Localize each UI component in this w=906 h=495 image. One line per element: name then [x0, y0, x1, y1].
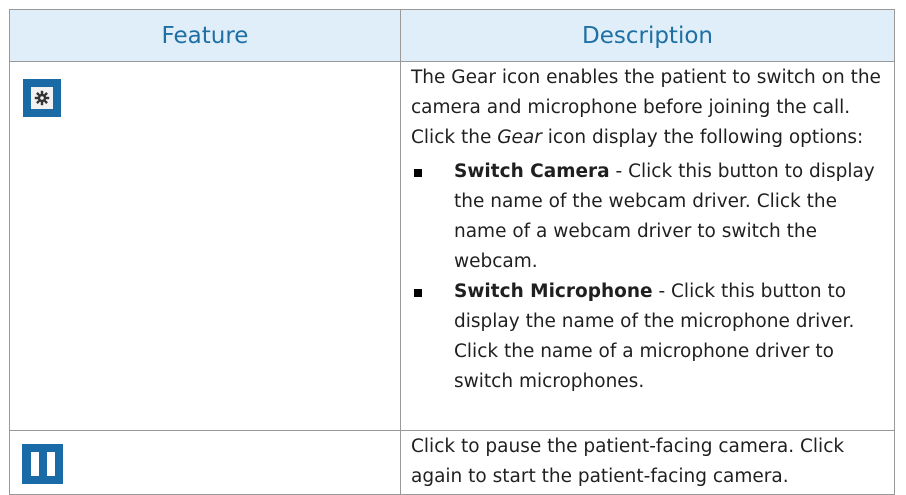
column-header-feature: Feature: [9, 9, 401, 62]
feature-table: Feature Description The Gear icon enable…: [9, 9, 895, 495]
gear-icon: [23, 79, 61, 117]
feature-cell: [9, 61, 401, 431]
description-cell: The Gear icon enables the patient to swi…: [400, 61, 895, 431]
gear-intro-text-2: icon display the following options:: [541, 127, 864, 148]
gear-description: The Gear icon enables the patient to swi…: [411, 63, 886, 153]
pause-description: Click to pause the patient-facing camera…: [411, 436, 845, 487]
column-header-description: Description: [400, 9, 895, 62]
gear-intro-emphasis: Gear: [497, 127, 542, 148]
list-item: Switch Microphone - Click this button to…: [411, 277, 886, 397]
list-item-term: Switch Camera: [454, 161, 610, 182]
feature-cell: [9, 430, 401, 495]
table-row: The Gear icon enables the patient to swi…: [9, 61, 895, 431]
table-header-row: Feature Description: [9, 9, 895, 62]
description-cell: Click to pause the patient-facing camera…: [400, 430, 895, 495]
pause-icon: [22, 444, 63, 484]
bullet-icon: [414, 169, 422, 177]
list-item-term: Switch Microphone: [454, 281, 653, 302]
list-item: Switch Camera - Click this button to dis…: [411, 157, 886, 277]
table-row: Click to pause the patient-facing camera…: [9, 430, 895, 495]
bullet-icon: [414, 289, 422, 297]
gear-options-list: Switch Camera - Click this button to dis…: [411, 157, 886, 397]
